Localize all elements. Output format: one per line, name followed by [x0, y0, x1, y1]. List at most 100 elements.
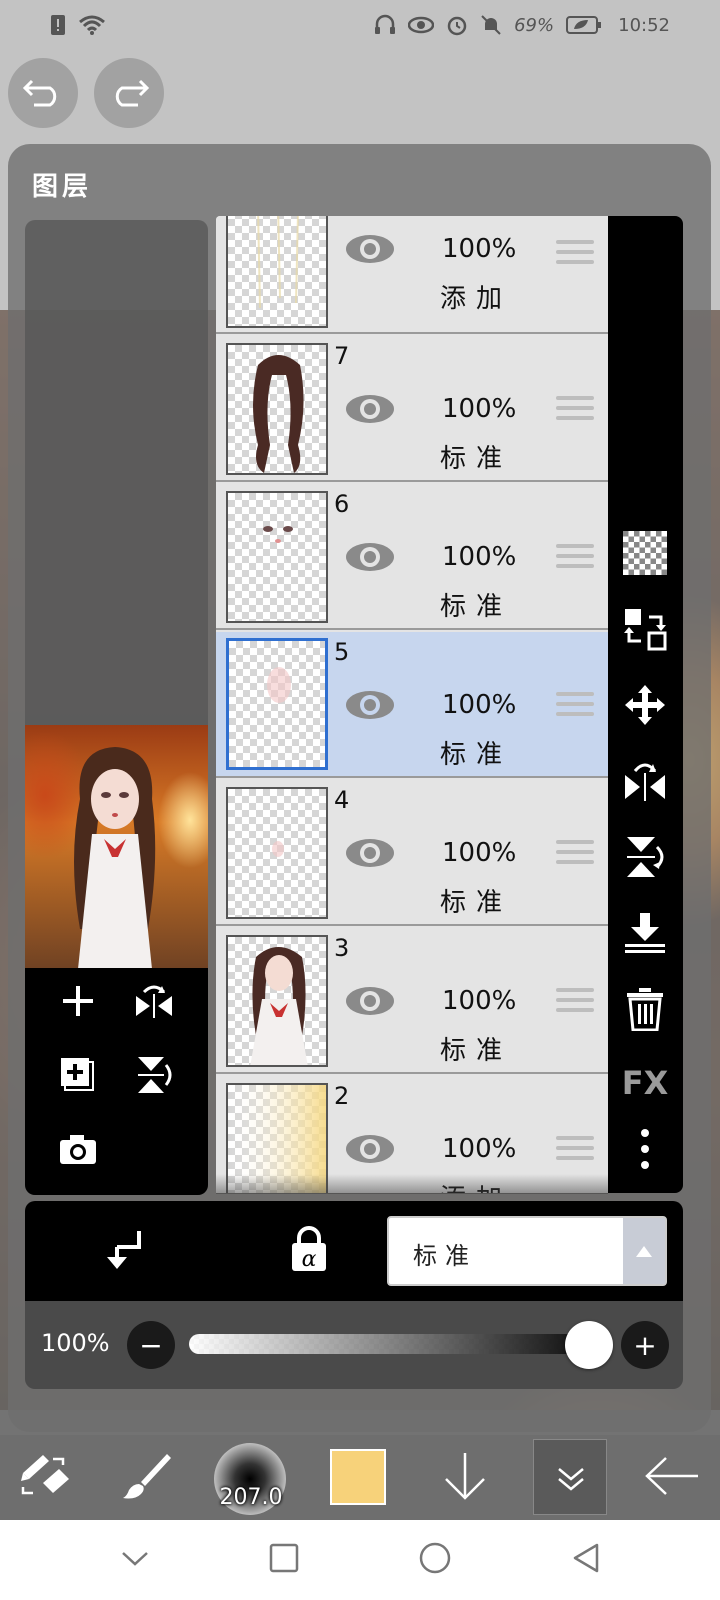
- brush-tool-button[interactable]: [112, 1435, 182, 1520]
- camera-icon: [58, 1132, 98, 1170]
- battery-icon: [566, 15, 602, 35]
- fx-button[interactable]: FX: [620, 1058, 670, 1108]
- alpha-lock-button[interactable]: α: [281, 1221, 337, 1281]
- opacity-minus-button[interactable]: −: [127, 1321, 175, 1369]
- layer-thumbnail: [226, 787, 328, 919]
- layer-number: 7: [334, 342, 350, 370]
- layer-preview-pane: [25, 220, 208, 1195]
- eye-icon[interactable]: [344, 1132, 396, 1166]
- drag-handle-icon[interactable]: [556, 840, 594, 870]
- layer-list[interactable]: 8 100% 添加 7 100% 标准 6 100% 标准: [216, 216, 608, 1193]
- svg-text:α: α: [302, 1247, 317, 1272]
- layer-thumbnail: [226, 216, 328, 328]
- layer-opacity: 100%: [442, 986, 517, 1016]
- chevron-up-icon: [623, 1218, 665, 1284]
- eye-icon[interactable]: [344, 232, 396, 266]
- drag-handle-icon[interactable]: [556, 1136, 594, 1166]
- undo-button[interactable]: [8, 58, 78, 128]
- delete-layer-button[interactable]: [620, 986, 670, 1036]
- trash-icon: [625, 987, 665, 1035]
- brush-size-label: 207.0: [219, 1485, 283, 1510]
- flip-vertical-icon: [623, 835, 667, 883]
- drag-handle-icon[interactable]: [556, 988, 594, 1018]
- flip-vertical-button[interactable]: [620, 834, 670, 884]
- eye-icon[interactable]: [344, 688, 396, 722]
- layer-blend-mode: 添加: [440, 284, 513, 314]
- layer-row-7[interactable]: 7 100% 标准: [216, 336, 608, 482]
- layer-panel: 图层 100% 添加 7 100% 标准 6 100% 标准 5 100% 标准…: [8, 144, 711, 1432]
- color-swatch[interactable]: [330, 1449, 386, 1505]
- nav-recents-button[interactable]: [269, 1543, 299, 1577]
- double-chevron-down-icon: [556, 1466, 586, 1496]
- swap-layer-button[interactable]: [620, 606, 670, 656]
- bell-muted-icon: [480, 14, 502, 36]
- blend-mode-select[interactable]: 标准: [387, 1216, 667, 1286]
- layer-row-8[interactable]: 8 100% 添加: [216, 216, 608, 334]
- wifi-icon: [78, 14, 106, 36]
- layer-thumbnail: [226, 491, 328, 623]
- drag-handle-icon[interactable]: [556, 544, 594, 574]
- scroll-down-button[interactable]: [430, 1435, 500, 1520]
- layer-blend-mode: 标准: [440, 888, 513, 918]
- brush-icon: [121, 1450, 173, 1506]
- move-icon: [623, 683, 667, 731]
- transparency-button[interactable]: [620, 530, 670, 580]
- back-button[interactable]: [632, 1435, 712, 1520]
- move-button[interactable]: [620, 682, 670, 732]
- layer-row-3[interactable]: 3 100% 标准: [216, 928, 608, 1074]
- opacity-slider-track[interactable]: [189, 1334, 609, 1354]
- opacity-plus-button[interactable]: +: [621, 1321, 669, 1369]
- layer-opacity: 100%: [442, 690, 517, 720]
- nav-home-button[interactable]: [418, 1541, 452, 1579]
- undo-icon: [22, 75, 64, 111]
- layer-blend-mode: 标准: [440, 592, 513, 622]
- eye-icon[interactable]: [344, 392, 396, 426]
- blend-mode-bar: α 标准: [25, 1201, 683, 1301]
- layer-opacity: 100%: [442, 542, 517, 572]
- panel-title: 图层: [32, 172, 93, 202]
- redo-button[interactable]: [94, 58, 164, 128]
- duplicate-layer-button[interactable]: [53, 1052, 103, 1102]
- swap-layer-icon: [623, 607, 667, 655]
- tool-select-button[interactable]: [10, 1435, 80, 1520]
- merge-down-button[interactable]: [620, 910, 670, 960]
- layer-row-6[interactable]: 6 100% 标准: [216, 484, 608, 630]
- transparency-icon: [623, 531, 667, 579]
- layer-opacity: 100%: [442, 234, 517, 264]
- eye-icon[interactable]: [344, 540, 396, 574]
- layer-blend-mode: 标准: [440, 444, 513, 474]
- flip-layer-horizontal-button[interactable]: [129, 978, 179, 1028]
- arrow-left-icon: [644, 1456, 700, 1500]
- flip-layer-vertical-button[interactable]: [129, 1052, 179, 1102]
- layer-row-5[interactable]: 5 100% 标准: [216, 632, 608, 778]
- drag-handle-icon[interactable]: [556, 396, 594, 426]
- opacity-label: 100%: [41, 1329, 110, 1357]
- nav-hide-button[interactable]: [120, 1548, 150, 1572]
- eye-icon[interactable]: [344, 836, 396, 870]
- bottom-toolbar: 207.0: [0, 1435, 720, 1520]
- flip-horizontal-button[interactable]: [620, 758, 670, 808]
- flip-vertical-icon: [134, 1055, 174, 1099]
- add-layer-button[interactable]: [53, 978, 103, 1028]
- alarm-icon: [446, 14, 468, 36]
- nav-back-button[interactable]: [571, 1542, 601, 1578]
- layer-blend-mode: 标准: [440, 740, 513, 770]
- eye-icon[interactable]: [344, 984, 396, 1018]
- layer-opacity: 100%: [442, 838, 517, 868]
- opacity-slider-handle[interactable]: [565, 1321, 613, 1369]
- eye-comfort-icon: [408, 16, 435, 34]
- more-options-button[interactable]: [620, 1126, 670, 1176]
- flip-horizontal-icon: [623, 759, 667, 807]
- camera-import-button[interactable]: [53, 1126, 103, 1176]
- clock: 10:52: [618, 14, 670, 36]
- drag-handle-icon[interactable]: [556, 240, 594, 270]
- clipping-button[interactable]: [95, 1223, 151, 1279]
- drag-handle-icon[interactable]: [556, 692, 594, 722]
- layer-number: 6: [334, 490, 350, 518]
- collapse-panel-button[interactable]: [533, 1439, 607, 1515]
- layer-thumbnail: [226, 343, 328, 475]
- arrow-down-icon: [442, 1451, 488, 1505]
- battery-percent: 69%: [514, 14, 555, 36]
- layer-row-4[interactable]: 4 100% 标准: [216, 780, 608, 926]
- alpha-lock-icon: α: [289, 1226, 329, 1276]
